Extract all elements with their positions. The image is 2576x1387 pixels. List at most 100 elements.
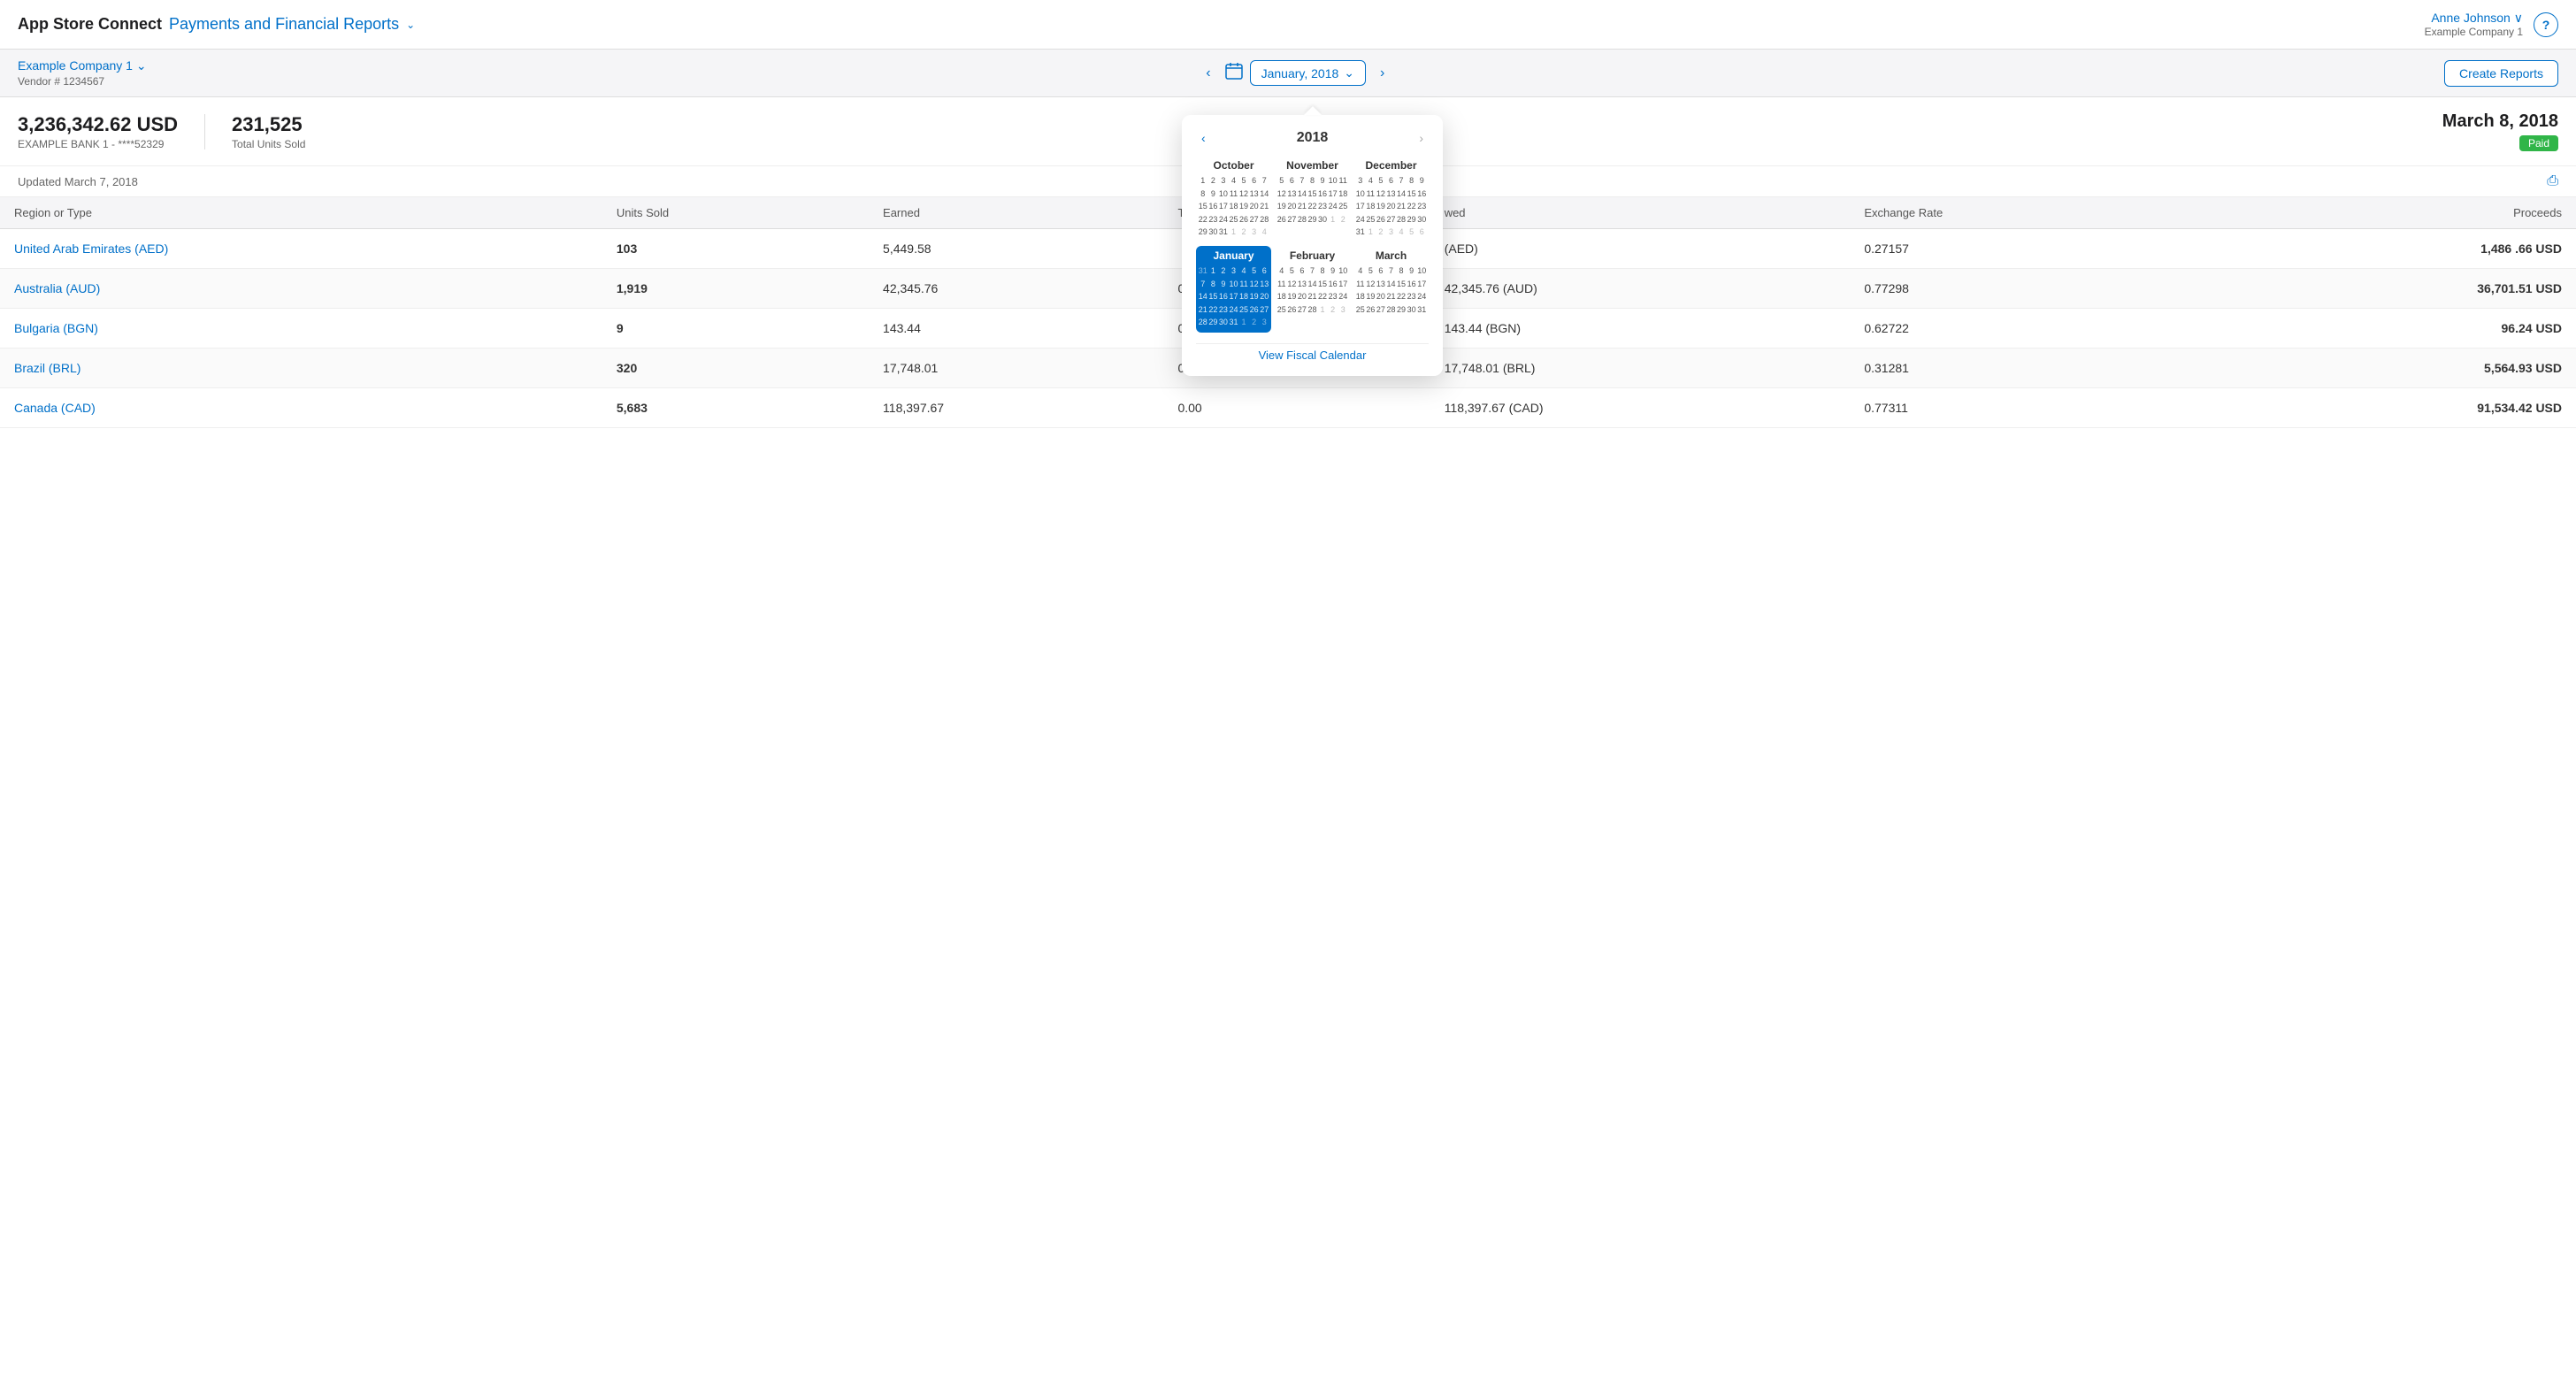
cal-day: 24 [1355, 213, 1366, 226]
cal-day: 21 [1396, 200, 1407, 213]
cell-proceeds-local: 42,345.76 (AUD) [1430, 269, 1851, 309]
user-name[interactable]: Anne Johnson ∨ [2425, 11, 2523, 26]
reports-title[interactable]: Payments and Financial Reports [169, 15, 399, 34]
cal-prev-year-button[interactable]: ‹ [1196, 129, 1211, 147]
cell-units: 1,919 [602, 269, 869, 309]
cal-day: 7 [1297, 174, 1307, 188]
cell-proceeds: 1,486 .66 USD [2203, 229, 2576, 269]
month-selector[interactable]: January, 2018 ⌄ [1250, 60, 1366, 86]
cal-month-november[interactable]: November56789101112131415161718192021222… [1275, 156, 1350, 242]
cal-day: 19 [1366, 290, 1376, 303]
cal-day: 3 [1218, 174, 1229, 188]
cell-earned: 17,748.01 [869, 349, 1163, 388]
cell-earned: 143.44 [869, 309, 1163, 349]
region-link[interactable]: Australia (AUD) [14, 281, 100, 295]
cal-day: 3 [1249, 226, 1260, 239]
cell-exchange-rate: 0.77298 [1850, 269, 2203, 309]
cal-day: 13 [1287, 188, 1298, 201]
calendar-months-grid: October123456789101112131415161718192021… [1196, 156, 1429, 333]
cal-day: 11 [1238, 278, 1249, 291]
cal-day: 29 [1198, 226, 1208, 239]
cal-day: 22 [1307, 200, 1318, 213]
cal-day: 9 [1416, 174, 1427, 188]
cal-month-december[interactable]: December34567891011121314151617181920212… [1353, 156, 1429, 242]
cal-day: 5 [1407, 226, 1417, 239]
sub-header: Example Company 1 ⌄ Vendor # 1234567 ‹ J… [0, 50, 2576, 97]
cal-month-days: 4567891011121314151617181920212223242526… [1355, 264, 1427, 316]
cal-day: 9 [1407, 264, 1417, 278]
cal-day: 14 [1198, 290, 1208, 303]
next-month-button[interactable]: › [1373, 62, 1392, 85]
cal-month-march[interactable]: March45678910111213141516171819202122232… [1353, 246, 1429, 333]
cal-day: 10 [1416, 264, 1427, 278]
cal-day: 6 [1376, 264, 1386, 278]
cal-day: 17 [1218, 200, 1229, 213]
download-icon[interactable]: ⎙ [2547, 173, 2558, 189]
cal-month-february[interactable]: February45678910111213141516171819202122… [1275, 246, 1350, 333]
cal-month-october[interactable]: October123456789101112131415161718192021… [1196, 156, 1271, 242]
reports-dropdown-arrow[interactable]: ⌄ [406, 19, 415, 31]
cell-earned: 118,397.67 [869, 388, 1163, 428]
cal-day: 20 [1287, 200, 1298, 213]
calendar-icon-button[interactable] [1225, 62, 1243, 84]
cal-day: 4 [1259, 226, 1269, 239]
cal-day: 13 [1259, 278, 1269, 291]
cal-day: 5 [1376, 174, 1386, 188]
region-link[interactable]: Bulgaria (BGN) [14, 321, 98, 335]
cal-next-year-button[interactable]: › [1414, 129, 1429, 147]
cal-day: 5 [1238, 174, 1249, 188]
cal-day: 25 [1229, 213, 1239, 226]
cal-day: 2 [1249, 316, 1260, 329]
cal-day: 2 [1328, 303, 1338, 317]
cal-day: 25 [1338, 200, 1348, 213]
cal-day: 31 [1218, 226, 1229, 239]
cal-day: 13 [1376, 278, 1386, 291]
help-button[interactable]: ? [2534, 12, 2558, 37]
prev-month-button[interactable]: ‹ [1199, 62, 1217, 85]
cal-day: 13 [1386, 188, 1397, 201]
cal-day: 4 [1396, 226, 1407, 239]
updated-label: Updated March 7, 2018 [18, 175, 138, 188]
cal-day: 18 [1276, 290, 1287, 303]
cal-day: 29 [1396, 303, 1407, 317]
cal-day: 6 [1287, 174, 1298, 188]
cal-day: 17 [1328, 188, 1338, 201]
cal-day: 4 [1366, 174, 1376, 188]
cal-day: 21 [1297, 200, 1307, 213]
company-dropdown[interactable]: ⌄ [136, 58, 147, 73]
cell-region: Canada (CAD) [0, 388, 602, 428]
cell-exchange-rate: 0.27157 [1850, 229, 2203, 269]
cal-day: 20 [1386, 200, 1397, 213]
cal-day: 23 [1208, 213, 1219, 226]
create-reports-button[interactable]: Create Reports [2444, 60, 2558, 87]
cal-day: 17 [1355, 200, 1366, 213]
paid-badge: Paid [2519, 135, 2558, 151]
cell-proceeds-local: 17,748.01 (BRL) [1430, 349, 1851, 388]
cal-day: 24 [1416, 290, 1427, 303]
cal-day: 11 [1355, 278, 1366, 291]
cal-day: 30 [1407, 303, 1417, 317]
date-paid-block: March 8, 2018 Paid [2442, 111, 2558, 151]
region-link[interactable]: Brazil (BRL) [14, 361, 80, 375]
summary-divider [204, 114, 205, 149]
cal-day: 30 [1208, 226, 1219, 239]
cell-region: Brazil (BRL) [0, 349, 602, 388]
region-link[interactable]: Canada (CAD) [14, 401, 96, 415]
cal-day: 16 [1208, 200, 1219, 213]
cal-day: 3 [1229, 264, 1239, 278]
cal-month-january[interactable]: January311234567891011121314151617181920… [1196, 246, 1271, 333]
company-link[interactable]: Example Company 1 [18, 58, 133, 73]
total-amount: 3,236,342.62 USD [18, 113, 178, 136]
cal-day: 18 [1338, 188, 1348, 201]
cal-day: 24 [1229, 303, 1239, 317]
view-fiscal-link[interactable]: View Fiscal Calendar [1259, 349, 1367, 362]
cal-day: 22 [1198, 213, 1208, 226]
cal-day: 2 [1218, 264, 1229, 278]
cal-day: 10 [1218, 188, 1229, 201]
cal-day: 26 [1376, 213, 1386, 226]
region-link[interactable]: United Arab Emirates (AED) [14, 241, 168, 256]
cal-day: 5 [1287, 264, 1298, 278]
cal-day: 8 [1396, 264, 1407, 278]
cal-day: 26 [1366, 303, 1376, 317]
calendar-popup[interactable]: ‹ 2018 › October123456789101112131415161… [1182, 115, 1443, 376]
